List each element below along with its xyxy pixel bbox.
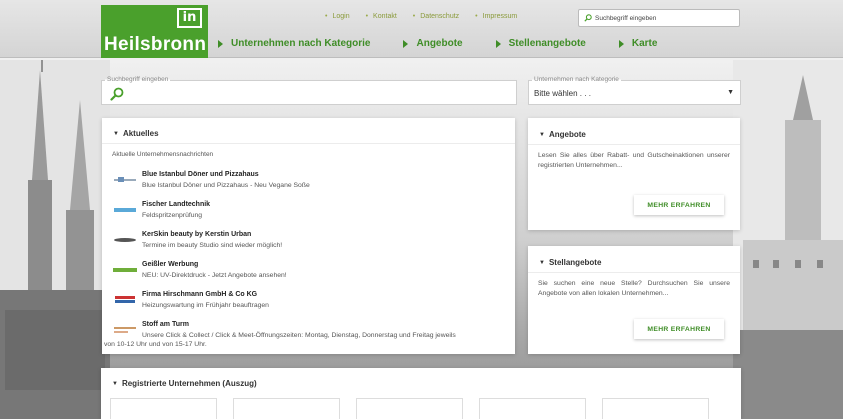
header-search-input[interactable]: Suchbegriff eingeben bbox=[578, 9, 740, 27]
news-title: Geißler Werbung bbox=[142, 261, 199, 268]
stellen-text: Sie suchen eine neue Stelle? Durchsuchen… bbox=[538, 280, 730, 297]
nav-stellenangebote[interactable]: Stellenangebote bbox=[495, 38, 586, 49]
nav-login[interactable]: Login bbox=[325, 13, 349, 20]
company-logo bbox=[114, 208, 136, 212]
triangle-down-icon: ▼ bbox=[113, 130, 119, 137]
search-input[interactable]: Suchbegriff eingeben bbox=[101, 76, 517, 105]
news-title: Stoff am Turm bbox=[142, 321, 189, 328]
site-header: in Heilsbronn Login Kontakt Datenschutz … bbox=[0, 0, 843, 58]
stellen-title-text: Stellangebote bbox=[548, 258, 602, 267]
news-title: KerSkin beauty by Kerstin Urban bbox=[142, 231, 252, 238]
category-value: Bitte wählen . . . bbox=[534, 89, 591, 98]
nav-unternehmen[interactable]: Unternehmen nach Kategorie bbox=[218, 38, 370, 49]
news-desc: NEU: UV-Direktdruck - Jetzt Angebote ans… bbox=[142, 272, 287, 279]
list-item[interactable]: Blue Istanbul Döner und Pizzahaus Blue I… bbox=[112, 168, 512, 198]
site-logo[interactable]: in Heilsbronn bbox=[101, 5, 208, 58]
company-tile[interactable] bbox=[233, 398, 340, 419]
news-desc: Unsere Click & Collect / Click & Meet-Öf… bbox=[142, 332, 456, 339]
news-list: Blue Istanbul Döner und Pizzahaus Blue I… bbox=[104, 168, 512, 348]
company-tile[interactable] bbox=[602, 398, 709, 419]
chevron-down-icon: ▼ bbox=[727, 89, 734, 96]
nav-stellenangebote-label: Stellenangebote bbox=[508, 38, 586, 49]
divider bbox=[528, 272, 740, 273]
triangle-down-icon: ▼ bbox=[112, 380, 118, 387]
nav-kontakt[interactable]: Kontakt bbox=[366, 13, 397, 20]
nav-angebote-label: Angebote bbox=[416, 38, 463, 49]
nav-impressum[interactable]: Impressum bbox=[475, 13, 518, 20]
arrow-right-icon bbox=[218, 39, 223, 48]
tower-illustration bbox=[733, 60, 843, 419]
logo-text: Heilsbronn bbox=[104, 34, 207, 55]
top-nav: Login Kontakt Datenschutz Impressum bbox=[325, 13, 517, 20]
arrow-right-icon bbox=[495, 39, 501, 48]
arrow-right-icon bbox=[403, 39, 409, 48]
news-desc: Heizungswartung im Frühjahr beauftragen bbox=[142, 302, 269, 309]
list-item[interactable]: Firma Hirschmann GmbH & Co KG Heizungswa… bbox=[112, 288, 512, 318]
list-item[interactable]: Geißler Werbung NEU: UV-Direktdruck - Je… bbox=[112, 258, 512, 288]
company-logo bbox=[113, 268, 137, 272]
aktuelles-card: ▼ Aktuelles Aktuelle Unternehmensnachrich… bbox=[102, 118, 515, 354]
company-tile[interactable] bbox=[356, 398, 463, 419]
news-title: Firma Hirschmann GmbH & Co KG bbox=[142, 291, 258, 298]
aktuelles-subtitle: Aktuelle Unternehmensnachrichten bbox=[112, 151, 214, 158]
angebote-card: ▼ Angebote Lesen Sie alles über Rabatt- u… bbox=[528, 118, 740, 230]
company-logo bbox=[114, 238, 136, 242]
list-item[interactable]: Fischer Landtechnik Feldspritzenprüfung bbox=[112, 198, 512, 228]
nav-karte[interactable]: Karte bbox=[618, 38, 658, 49]
angebote-title-text: Angebote bbox=[548, 130, 586, 139]
divider bbox=[528, 144, 740, 145]
nav-datenschutz[interactable]: Datenschutz bbox=[413, 13, 459, 20]
angebote-text: Lesen Sie alles über Rabatt- und Gutsche… bbox=[538, 152, 730, 169]
registered-companies-card: ▼ Registrierte Unternehmen (Auszug) bbox=[101, 368, 741, 419]
list-item[interactable]: Stoff am Turm Unsere Click & Collect / C… bbox=[104, 318, 512, 348]
company-logo bbox=[114, 177, 136, 182]
company-logo bbox=[115, 296, 135, 303]
registered-title-text: Registrierte Unternehmen (Auszug) bbox=[121, 379, 257, 388]
church-illustration bbox=[0, 60, 110, 419]
category-label: Unternehmen nach Kategorie bbox=[532, 76, 621, 83]
arrow-right-icon bbox=[618, 39, 624, 48]
company-logo bbox=[114, 327, 136, 333]
company-tile[interactable] bbox=[479, 398, 586, 419]
nav-karte-label: Karte bbox=[631, 38, 658, 49]
news-title: Fischer Landtechnik bbox=[142, 201, 211, 208]
news-desc: Blue Istanbul Döner und Pizzahaus - Neu … bbox=[142, 182, 310, 189]
company-tiles bbox=[110, 398, 709, 419]
news-desc: Termine im beauty Studio sind wieder mög… bbox=[142, 242, 283, 249]
company-tile[interactable] bbox=[110, 398, 217, 419]
search-icon bbox=[584, 14, 592, 22]
registered-title[interactable]: ▼ Registrierte Unternehmen (Auszug) bbox=[112, 379, 257, 388]
divider bbox=[102, 143, 515, 144]
aktuelles-title-text: Aktuelles bbox=[122, 129, 159, 138]
stellen-card: ▼ Stellangebote Sie suchen eine neue Stel… bbox=[528, 246, 740, 354]
angebote-title[interactable]: ▼ Angebote bbox=[539, 130, 586, 139]
stellen-title[interactable]: ▼ Stellangebote bbox=[539, 258, 601, 267]
aktuelles-title[interactable]: ▼ Aktuelles bbox=[113, 129, 159, 138]
triangle-down-icon: ▼ bbox=[539, 131, 545, 138]
logo-mark: in bbox=[177, 8, 202, 28]
list-item[interactable]: KerSkin beauty by Kerstin Urban Termine … bbox=[112, 228, 512, 258]
nav-unternehmen-label: Unternehmen nach Kategorie bbox=[231, 38, 371, 49]
news-desc-continued: von 10-12 Uhr und von 15-17 Uhr. bbox=[104, 341, 207, 348]
news-desc: Feldspritzenprüfung bbox=[142, 212, 203, 219]
header-search-placeholder: Suchbegriff eingeben bbox=[595, 14, 657, 22]
nav-angebote[interactable]: Angebote bbox=[403, 38, 463, 49]
category-select[interactable]: Unternehmen nach Kategorie Bitte wählen … bbox=[528, 76, 741, 105]
search-icon bbox=[110, 87, 124, 101]
search-label: Suchbegriff eingeben bbox=[105, 76, 171, 83]
stellen-more-button[interactable]: MEHR ERFAHREN bbox=[634, 319, 724, 339]
angebote-more-button[interactable]: MEHR ERFAHREN bbox=[634, 195, 724, 215]
news-title: Blue Istanbul Döner und Pizzahaus bbox=[142, 171, 259, 178]
main-nav: Unternehmen nach Kategorie Angebote Stel… bbox=[218, 38, 690, 49]
triangle-down-icon: ▼ bbox=[539, 259, 545, 266]
